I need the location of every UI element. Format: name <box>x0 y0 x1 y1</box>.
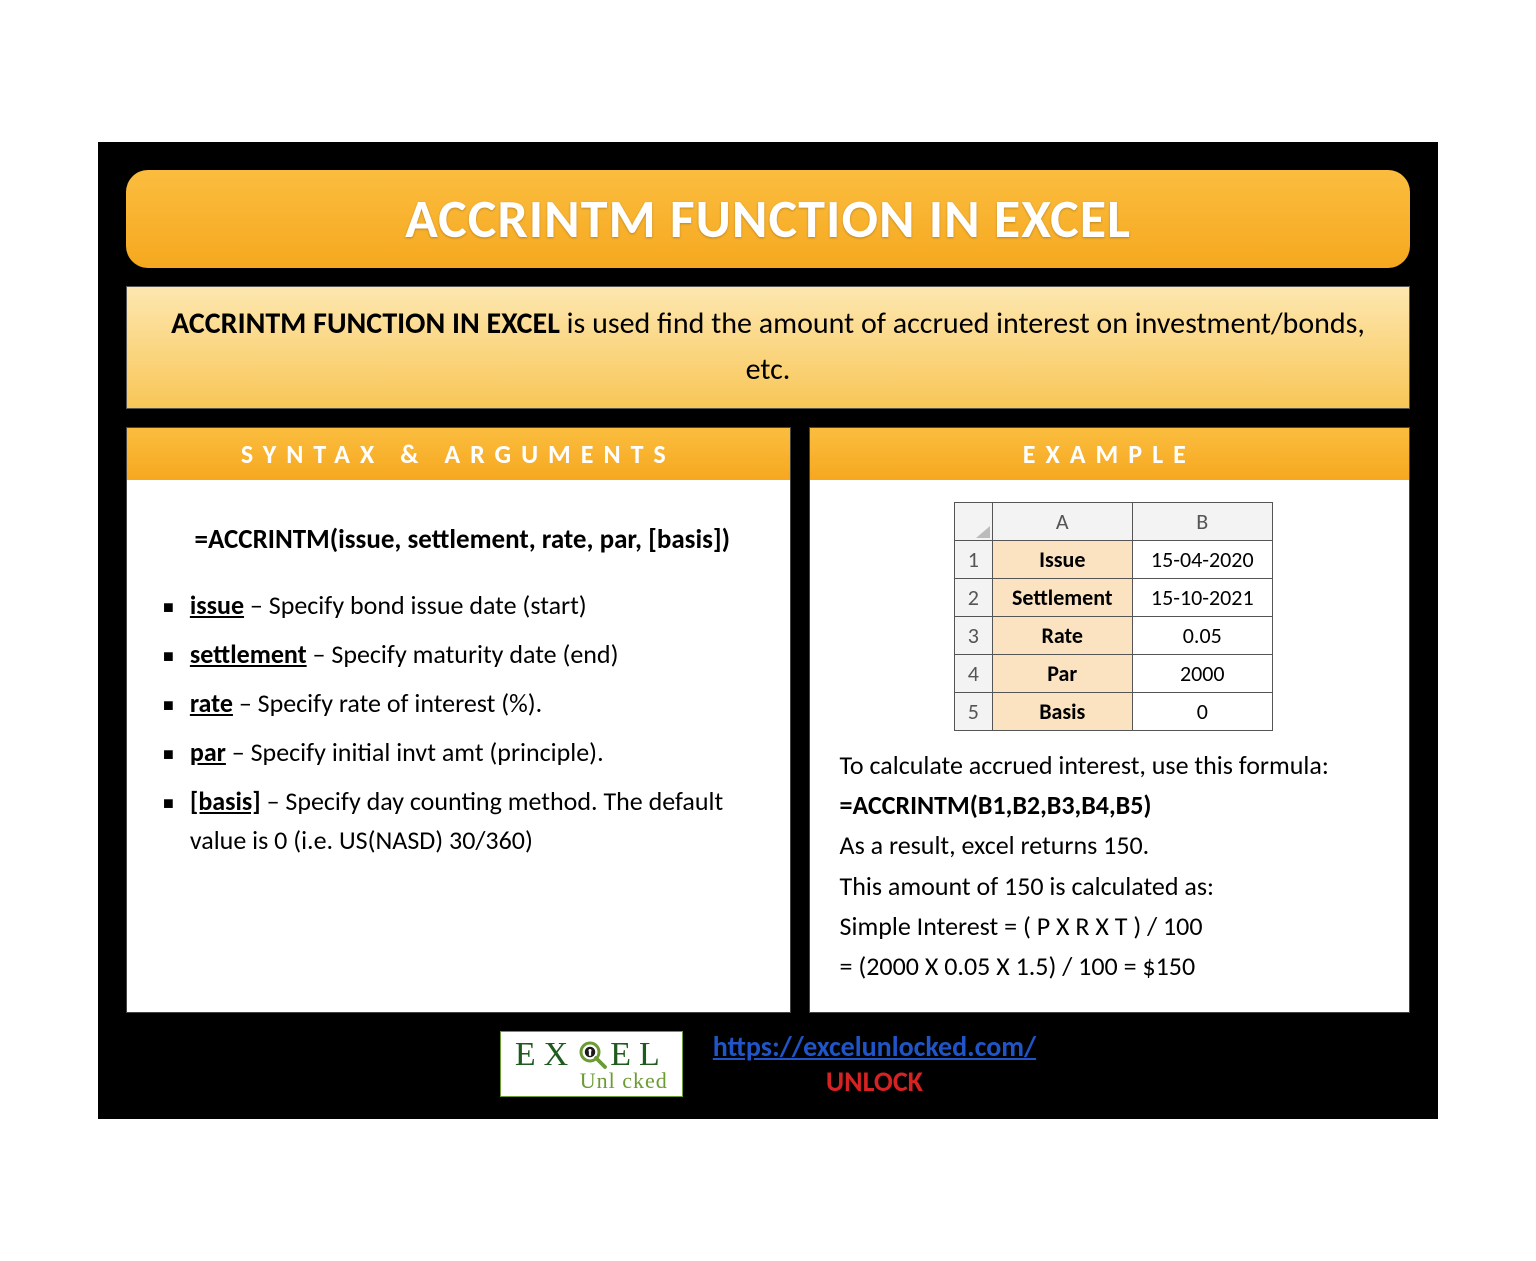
arg-desc: – Specify rate of interest (%). <box>233 687 542 719</box>
bullet-icon: ■ <box>163 741 174 772</box>
table-row: 5 Basis 0 <box>954 692 1272 730</box>
arg-desc: – Specify bond issue date (start) <box>244 589 587 621</box>
arg-item: ■ rate – Specify rate of interest (%). <box>163 684 768 723</box>
arg-name: rate <box>190 687 233 719</box>
table-row: 4 Par 2000 <box>954 654 1272 692</box>
arg-item: ■ [basis] – Specify day counting method. … <box>163 782 768 860</box>
logo-text-left: EX <box>515 1038 576 1072</box>
footer: EX EL Unl cked https://excelunlocked.com… <box>126 1029 1410 1099</box>
arg-desc: – Specify day counting method. The defau… <box>190 785 723 856</box>
example-result-line: As a result, excel returns 150. <box>840 825 1387 865</box>
arg-name: issue <box>190 589 244 621</box>
cell-label: Par <box>992 654 1132 692</box>
cell-label: Rate <box>992 616 1132 654</box>
arg-desc: – Specify initial invt amt (principle). <box>226 736 604 768</box>
cell-value: 15-04-2020 <box>1132 540 1272 578</box>
syntax-header: SYNTAX & ARGUMENTS <box>127 428 790 480</box>
unlock-label: UNLOCK <box>713 1064 1036 1099</box>
arg-item: ■ par – Specify initial invt amt (princip… <box>163 733 768 772</box>
cell-value: 0 <box>1132 692 1272 730</box>
col-header-b: B <box>1132 502 1272 540</box>
example-calc: = (2000 X 0.05 X 1.5) / 100 = $150 <box>840 946 1387 986</box>
description-banner: ACCRINTM FUNCTION IN EXCEL is used find … <box>126 286 1410 409</box>
arg-name: [basis] <box>190 785 261 817</box>
bullet-icon: ■ <box>163 643 174 674</box>
infographic-card: ACCRINTM FUNCTION IN EXCEL ACCRINTM FUNC… <box>98 142 1438 1120</box>
arguments-list: ■ issue – Specify bond issue date (start)… <box>157 586 768 860</box>
cell-label: Basis <box>992 692 1132 730</box>
description-bold: ACCRINTM FUNCTION IN EXCEL <box>171 305 560 342</box>
site-link[interactable]: https://excelunlocked.com/ <box>713 1029 1036 1064</box>
arg-name: settlement <box>190 638 307 670</box>
row-number: 5 <box>954 692 992 730</box>
bullet-icon: ■ <box>163 790 174 860</box>
main-title: ACCRINTM FUNCTION IN EXCEL <box>126 170 1410 268</box>
row-number: 3 <box>954 616 992 654</box>
table-row: 2 Settlement 15-10-2021 <box>954 578 1272 616</box>
excel-sample-table: A B 1 Issue 15-04-2020 2 Settlement 15-1… <box>954 502 1273 731</box>
example-calc-intro: This amount of 150 is calculated as: <box>840 866 1387 906</box>
row-number: 1 <box>954 540 992 578</box>
table-row: 3 Rate 0.05 <box>954 616 1272 654</box>
cell-value: 2000 <box>1132 654 1272 692</box>
arg-name: par <box>190 736 226 768</box>
syntax-formula: =ACCRINTM(issue, settlement, rate, par, … <box>157 520 768 561</box>
table-corner <box>954 502 992 540</box>
cell-label: Issue <box>992 540 1132 578</box>
row-number: 4 <box>954 654 992 692</box>
syntax-panel: SYNTAX & ARGUMENTS =ACCRINTM(issue, sett… <box>126 427 791 1014</box>
logo-subtext: Unl cked <box>515 1070 668 1092</box>
example-simple-interest: Simple Interest = ( P X R X T ) / 100 <box>840 906 1387 946</box>
magnifier-lock-icon <box>578 1040 608 1070</box>
excel-unlocked-logo: EX EL Unl cked <box>500 1031 683 1097</box>
logo-text-right: EL <box>610 1038 668 1072</box>
col-header-a: A <box>992 502 1132 540</box>
cell-value: 0.05 <box>1132 616 1272 654</box>
arg-item: ■ issue – Specify bond issue date (start) <box>163 586 768 625</box>
row-number: 2 <box>954 578 992 616</box>
cell-value: 15-10-2021 <box>1132 578 1272 616</box>
example-formula: =ACCRINTM(B1,B2,B3,B4,B5) <box>840 785 1387 825</box>
example-intro: To calculate accrued interest, use this … <box>840 745 1387 785</box>
example-panel: EXAMPLE A B 1 Issue 15-04-2020 <box>809 427 1410 1014</box>
example-header: EXAMPLE <box>810 428 1409 480</box>
bullet-icon: ■ <box>163 692 174 723</box>
bullet-icon: ■ <box>163 594 174 625</box>
cell-label: Settlement <box>992 578 1132 616</box>
table-row: 1 Issue 15-04-2020 <box>954 540 1272 578</box>
arg-item: ■ settlement – Specify maturity date (end… <box>163 635 768 674</box>
description-rest: is used find the amount of accrued inter… <box>560 305 1365 389</box>
arg-desc: – Specify maturity date (end) <box>307 638 619 670</box>
